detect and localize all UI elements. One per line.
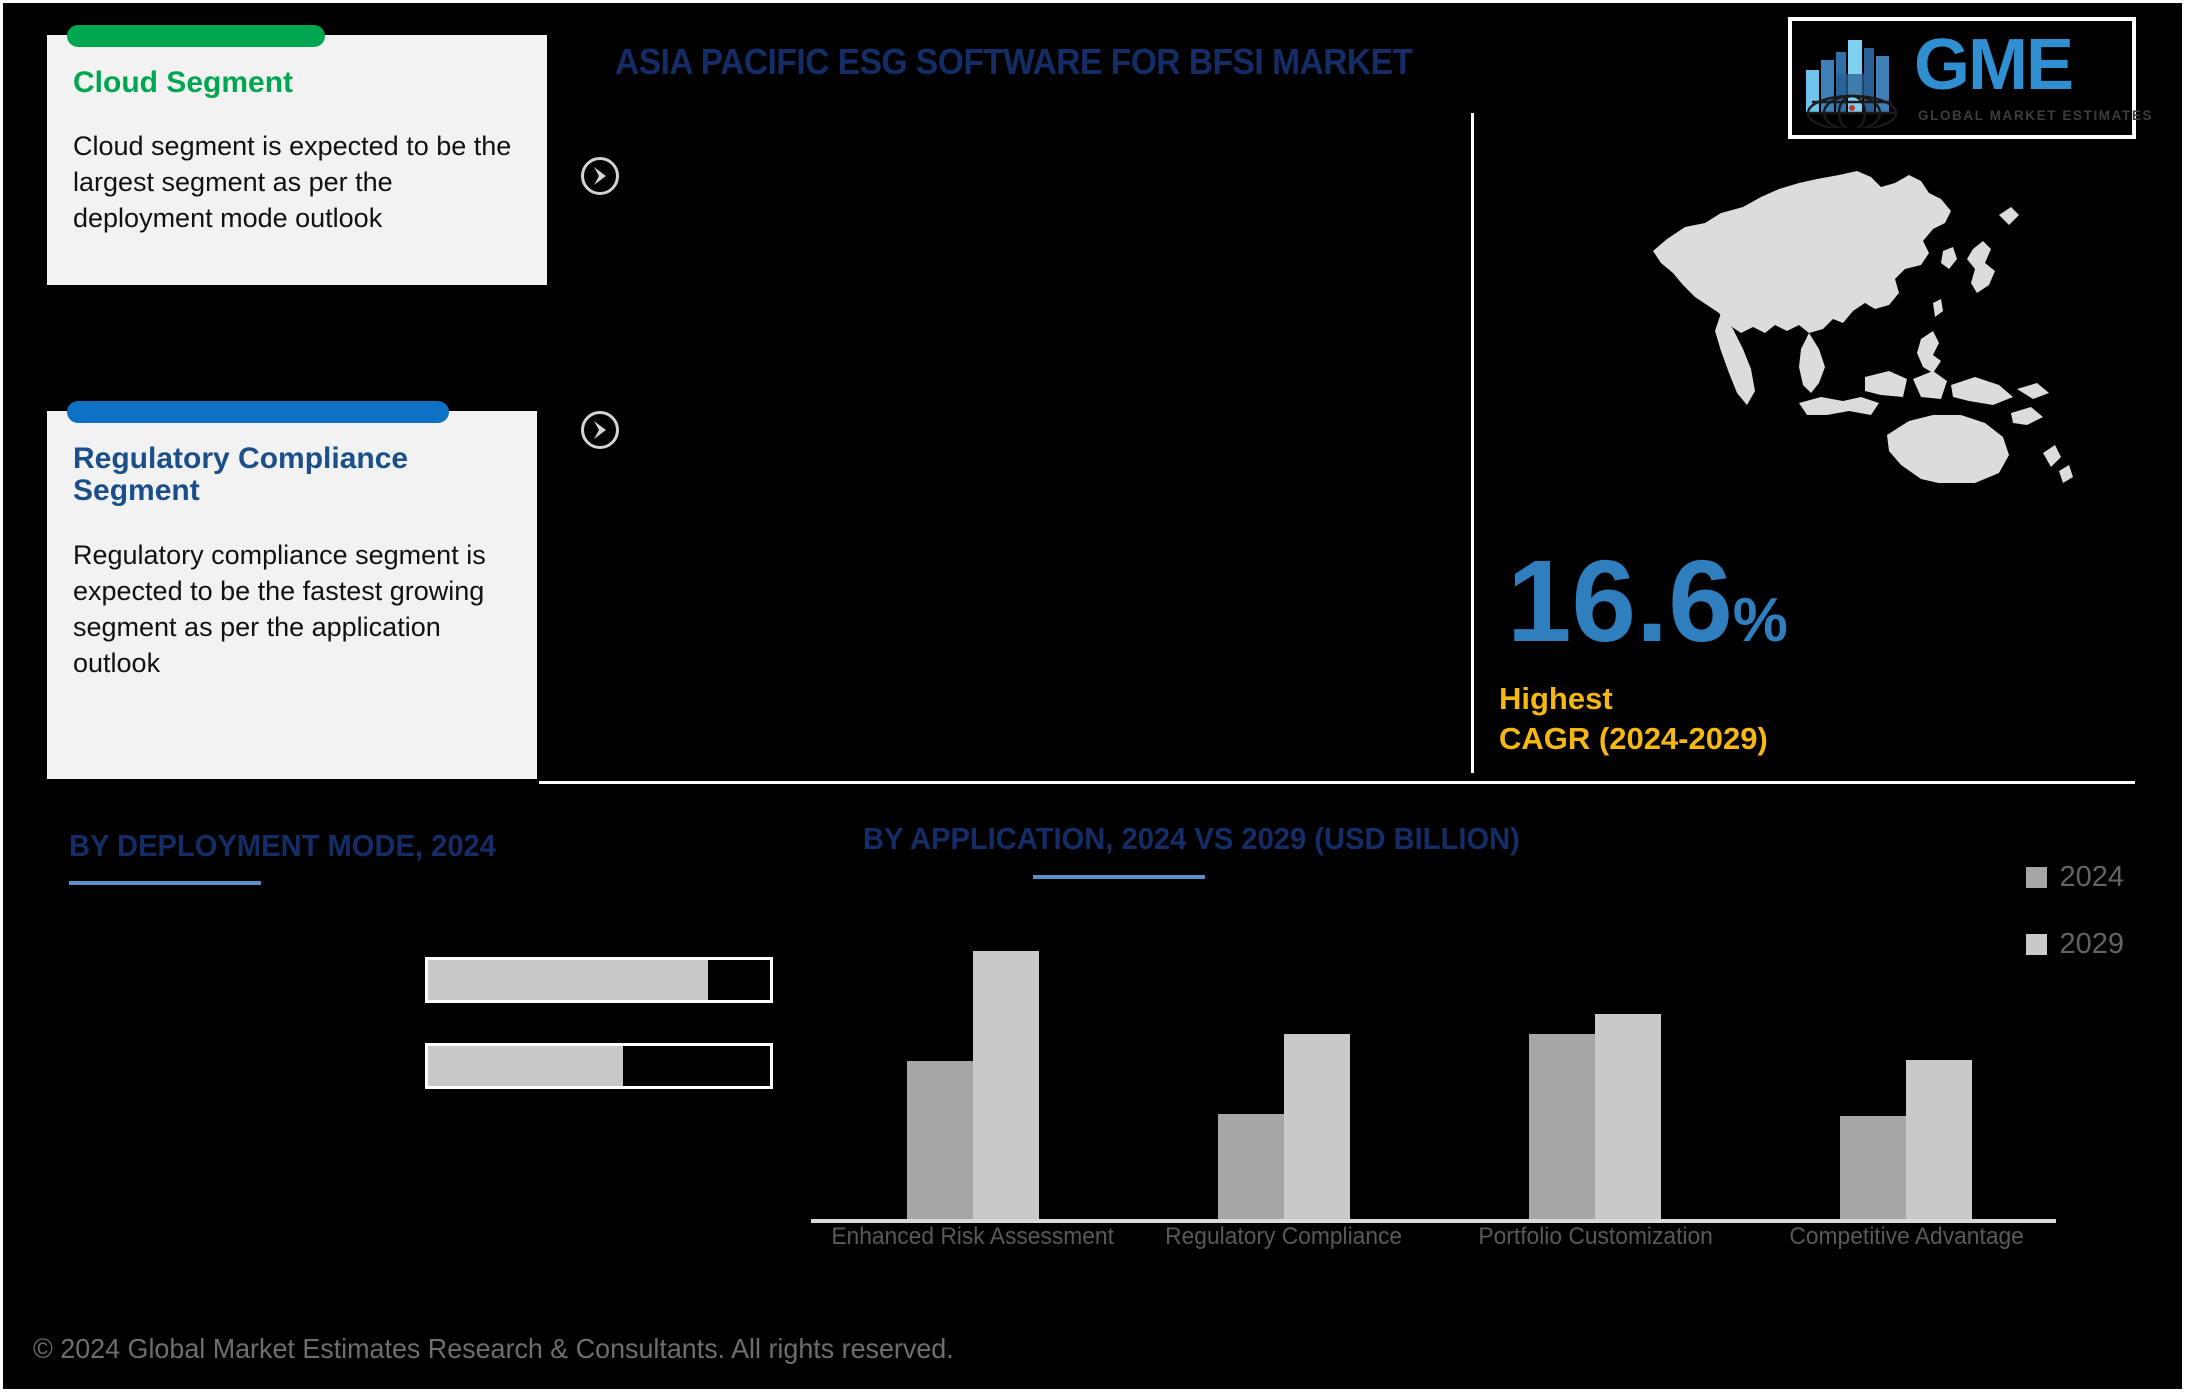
legend-entry-2024: 2024 xyxy=(2026,861,2124,894)
category-label-1: Enhanced Risk Assessment xyxy=(831,1223,1114,1250)
card-title-regulatory: Regulatory Compliance Segment xyxy=(73,442,409,508)
vertical-divider xyxy=(1471,113,1474,773)
cagr-label: Highest CAGR (2024-2029) xyxy=(1499,679,1768,758)
category-label-4: Competitive Advantage xyxy=(1789,1223,2024,1250)
bar-2029-1 xyxy=(972,951,1039,1219)
deployment-bar-fill-onpremise xyxy=(428,1046,623,1086)
section-heading-deployment-mode: BY DEPLOYMENT MODE, 2024 xyxy=(69,828,496,863)
chevron-right-circle-icon xyxy=(581,411,619,449)
deployment-bar-fill-cloud xyxy=(428,960,709,1000)
bar-2029-2 xyxy=(1283,1034,1350,1219)
section-rule-deployment xyxy=(69,881,261,885)
card-accent-pill-regulatory xyxy=(67,401,449,423)
gme-logo: GME GLOBAL MARKET ESTIMATES xyxy=(1788,17,2151,139)
bar-2029-3 xyxy=(1595,1014,1662,1219)
category-label-2: Regulatory Compliance xyxy=(1165,1223,1403,1250)
cagr-percent-sign: % xyxy=(1732,586,1788,655)
bar-2029-4 xyxy=(1906,1060,1973,1219)
chevron-right-circle-icon xyxy=(581,157,619,195)
bar-group-4 xyxy=(1840,1060,1973,1219)
page-title: ASIA PACIFIC ESG SOFTWARE FOR BFSI MARKE… xyxy=(615,41,1413,82)
cagr-value: 16.6% xyxy=(1507,543,1788,659)
category-label-3: Portfolio Customization xyxy=(1477,1223,1713,1250)
cagr-label-line1: Highest xyxy=(1499,681,1613,716)
cagr-number: 16.6 xyxy=(1507,536,1733,666)
insight-card-regulatory-compliance: Regulatory Compliance Segment Regulatory… xyxy=(47,401,537,779)
legend-entry-2029: 2029 xyxy=(2026,928,2124,961)
cagr-label-line2: CAGR (2024-2029) xyxy=(1499,720,1768,756)
card-body-cloud: Cloud segment is expected to be the larg… xyxy=(73,131,512,234)
card-title-cloud: Cloud Segment xyxy=(73,66,294,99)
insight-card-cloud: Cloud Segment Cloud segment is expected … xyxy=(47,25,547,285)
legend-label-2024: 2024 xyxy=(2059,861,2124,893)
bar-group-1 xyxy=(906,951,1039,1219)
bar-group-2 xyxy=(1217,1034,1350,1219)
asia-pacific-map-icon xyxy=(1603,153,2103,483)
bar-2024-3 xyxy=(1529,1034,1596,1219)
legend-label-2029: 2029 xyxy=(2059,928,2124,960)
section-rule-application xyxy=(1033,875,1205,879)
bar-2024-4 xyxy=(1840,1116,1907,1219)
horizontal-divider xyxy=(539,781,2135,784)
legend-swatch-2024 xyxy=(2026,867,2048,888)
card-body-regulatory: Regulatory compliance segment is expecte… xyxy=(73,539,486,678)
bar-2024-2 xyxy=(1217,1114,1284,1219)
infographic-canvas: Cloud Segment Cloud segment is expected … xyxy=(0,0,2185,1392)
section-heading-application: BY APPLICATION, 2024 VS 2029 (USD BILLIO… xyxy=(863,821,1520,856)
bar-buildings-globe-icon xyxy=(1802,28,1910,132)
copyright-footer: © 2024 Global Market Estimates Research … xyxy=(33,1333,954,1364)
legend-swatch-2029 xyxy=(2026,934,2048,955)
deployment-bar-track-cloud xyxy=(425,957,773,1003)
application-bar-chart: Enhanced Risk Assessment Regulatory Compl… xyxy=(803,883,2093,1250)
deployment-bar-track-onpremise xyxy=(425,1043,773,1089)
bar-group-3 xyxy=(1529,1014,1662,1219)
card-accent-pill-cloud xyxy=(67,25,325,47)
bar-2024-1 xyxy=(906,1061,973,1219)
logo-tagline: GLOBAL MARKET ESTIMATES xyxy=(1918,108,2154,123)
chart-legend: 2024 2029 xyxy=(2026,861,2124,995)
logo-wordmark: GME xyxy=(1914,25,2074,105)
